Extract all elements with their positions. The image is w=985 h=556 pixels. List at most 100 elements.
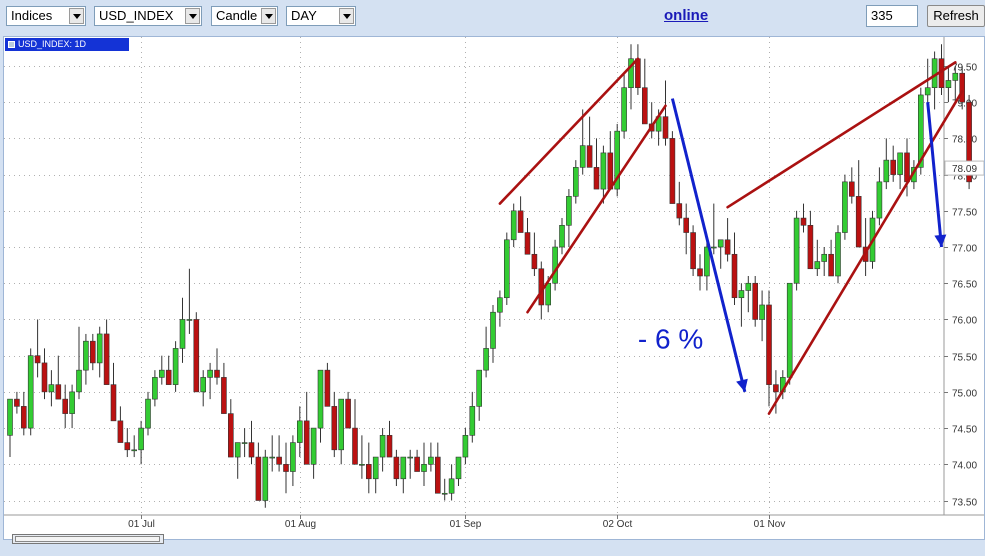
chevron-down-icon[interactable] (261, 8, 276, 24)
candle (255, 442, 262, 501)
chart-type-select[interactable]: Candle (211, 6, 278, 26)
candle (669, 131, 676, 204)
candle (614, 123, 621, 197)
candle-body (200, 377, 206, 393)
candle-body (890, 159, 897, 175)
candle-body (27, 355, 34, 429)
candle-body (7, 398, 13, 436)
candle (290, 435, 296, 487)
candle (572, 160, 579, 204)
candle-body (786, 282, 793, 378)
square-icon (8, 41, 15, 49)
candle-body (248, 442, 255, 458)
candle (524, 218, 531, 255)
candle (503, 232, 510, 305)
candle-body (490, 311, 496, 349)
candle-body (793, 217, 800, 284)
chart-title: USD_INDEX: 1D (18, 39, 87, 49)
candle-body (835, 232, 841, 277)
annotation-text: - 6 % (638, 323, 703, 354)
candle-body (531, 253, 538, 270)
market-select-value: Indices (11, 8, 53, 23)
candle-body (497, 297, 503, 313)
chart-type-select-value: Candle (216, 8, 258, 23)
candle-body (310, 427, 317, 465)
candle-body (76, 369, 82, 393)
candle (462, 428, 469, 465)
candle-body (842, 181, 848, 233)
candle (131, 435, 137, 458)
chart-title-tag: USD_INDEX: 1D (5, 38, 129, 51)
candle-body (800, 217, 807, 226)
candle-body (90, 340, 96, 364)
candle-body (600, 152, 607, 190)
candle-body (117, 420, 124, 443)
candle-body (324, 369, 331, 407)
candle (855, 160, 862, 248)
candle (566, 189, 572, 248)
y-tick-label: 77.50 (952, 208, 977, 219)
candle (34, 319, 41, 378)
x-tick-label: 01 Aug (285, 519, 316, 530)
candle (531, 232, 538, 276)
candle-body (690, 232, 696, 270)
candle (7, 398, 13, 458)
candle (207, 362, 213, 400)
period-select[interactable]: DAY (286, 6, 356, 26)
candle (172, 341, 179, 392)
y-tick-label: 73.50 (952, 498, 977, 509)
candle-body (462, 435, 469, 458)
online-link[interactable]: online (664, 7, 708, 24)
symbol-select-value: USD_INDEX (99, 8, 174, 23)
x-tick-label: 02 Oct (603, 519, 633, 530)
candle-body (766, 304, 772, 385)
candle (793, 210, 800, 291)
candle (48, 370, 55, 407)
candle (490, 304, 496, 363)
candle (69, 384, 75, 429)
candle (635, 44, 641, 95)
market-select[interactable]: Indices (6, 6, 86, 26)
candle-body (83, 340, 89, 371)
chevron-down-icon[interactable] (185, 8, 200, 24)
candle-body (724, 239, 731, 255)
candle-body (221, 377, 227, 414)
candle (434, 442, 441, 494)
candle (117, 406, 124, 443)
candle (697, 254, 703, 291)
candle-body (145, 398, 151, 429)
horizontal-scrollbar[interactable] (12, 534, 164, 544)
candle-body (393, 456, 400, 480)
candle (186, 268, 193, 334)
candle-body (745, 282, 752, 291)
candle (372, 456, 379, 494)
period-select-value: DAY (291, 8, 317, 23)
y-tick-label: 78.50 (952, 135, 977, 146)
candle (731, 232, 738, 305)
symbol-select[interactable]: USD_INDEX (94, 6, 202, 26)
candle (800, 203, 807, 233)
candle (759, 290, 765, 342)
arrow-shaft (926, 102, 943, 248)
bars-count-input[interactable]: 335 (866, 5, 918, 27)
candle-body (952, 72, 959, 81)
chevron-down-icon[interactable] (69, 8, 84, 24)
candle-body (572, 167, 579, 197)
chevron-down-icon[interactable] (339, 8, 354, 24)
candle-body (379, 435, 386, 458)
candle (179, 297, 186, 363)
candle (876, 167, 883, 226)
candle-body (262, 456, 269, 501)
candle-body (159, 369, 165, 378)
scrollbar-thumb[interactable] (15, 536, 160, 542)
candle-body (566, 196, 572, 226)
candle (76, 326, 82, 400)
candle-body (296, 420, 303, 443)
candle-body (138, 427, 144, 451)
candle-body (365, 464, 372, 480)
refresh-button[interactable]: Refresh (927, 5, 985, 27)
candle (441, 478, 448, 501)
candle-body (255, 456, 262, 501)
candle-body (400, 456, 407, 480)
candle-body (455, 456, 462, 480)
